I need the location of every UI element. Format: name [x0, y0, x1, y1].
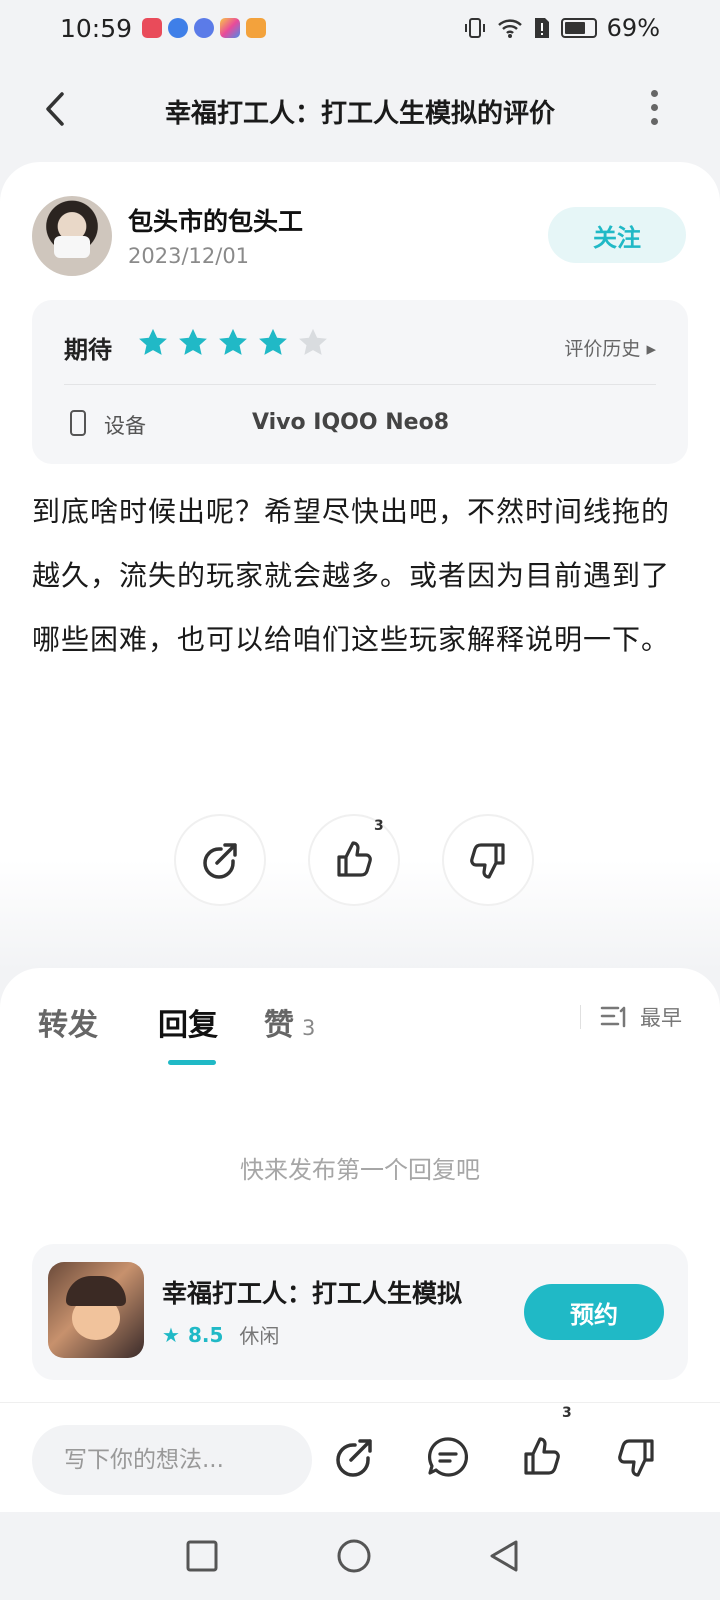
battery-percent: 69%: [606, 14, 660, 42]
phone-icon: [70, 410, 86, 436]
like-button[interactable]: 3: [308, 814, 400, 906]
music-notification-icon: [194, 18, 215, 38]
bottom-action-bar: 3: [0, 1402, 720, 1512]
empty-replies-text: 快来发布第一个回复吧: [240, 1156, 480, 1184]
tab-likes[interactable]: 赞3: [264, 1000, 315, 1044]
star-filled-icon: [259, 328, 287, 355]
game-score: 8.5: [187, 1322, 224, 1347]
game-icon[interactable]: [48, 1262, 144, 1358]
tab-reply[interactable]: 回复: [158, 1000, 218, 1044]
thumbs-down-icon: [470, 843, 505, 879]
review-text: 到底啥时候出呢？希望尽快出吧，不然时间线拖的越久，流失的玩家就会越多。或者因为目…: [32, 495, 671, 656]
tab-likes-label: 赞: [264, 1008, 294, 1043]
star-filled-icon: [179, 328, 207, 355]
dislike-button[interactable]: [442, 814, 534, 906]
home-icon[interactable]: [334, 1536, 374, 1576]
thumbs-up-icon[interactable]: [518, 1433, 566, 1481]
sort-label: 最早: [640, 1006, 682, 1030]
thumbs-up-icon: [337, 841, 372, 877]
triangle-right-icon: ▸: [646, 338, 656, 360]
tab-repost-label: 转发: [38, 1008, 98, 1043]
tab-repost[interactable]: 转发: [38, 1000, 98, 1044]
sort-button[interactable]: 最早: [600, 1002, 682, 1032]
rating-stars: [136, 326, 330, 360]
game-card[interactable]: 幸福打工人：打工人生模拟 ★ 8.5 休闲 预约: [32, 1244, 688, 1380]
status-left: 10:59: [60, 13, 267, 43]
device-value: Vivo IQOO Neo8: [252, 410, 450, 435]
sort-icon: [600, 1006, 626, 1028]
divider: [64, 384, 656, 385]
like-count: 3: [374, 818, 384, 834]
bottom-like-count: 3: [562, 1405, 572, 1421]
author-name[interactable]: 包头市的包头工: [128, 202, 303, 238]
share-button[interactable]: [174, 814, 266, 906]
rating-history-label: 评价历史: [564, 338, 641, 360]
game-title: 幸福打工人：打工人生模拟: [162, 1279, 463, 1308]
tab-likes-count: 3: [302, 1016, 316, 1040]
follow-button[interactable]: 关注: [548, 207, 686, 263]
device-label: 设备: [104, 414, 146, 438]
battery-icon: [560, 18, 597, 38]
rating-label: 期待: [64, 336, 112, 364]
status-time: 10:59: [60, 13, 133, 43]
status-right: 69%: [463, 14, 660, 42]
thumbs-down-icon[interactable]: [612, 1433, 660, 1481]
back-triangle-icon[interactable]: [484, 1536, 524, 1576]
tab-reply-label: 回复: [158, 1008, 218, 1043]
app-notification-icon: [142, 18, 163, 38]
more-options-icon[interactable]: [644, 90, 664, 130]
star-filled-icon: [139, 328, 167, 355]
game-meta: ★ 8.5 休闲: [162, 1320, 279, 1349]
video-notification-icon: [246, 18, 267, 38]
rating-history-link[interactable]: 评价历史 ▸: [564, 334, 656, 361]
avatar[interactable]: [32, 196, 112, 276]
app-notification-icon: [168, 18, 189, 38]
active-tab-indicator: [168, 1060, 216, 1065]
recent-apps-icon[interactable]: [182, 1536, 222, 1576]
page-title: 幸福打工人：打工人生模拟的评价: [164, 98, 555, 129]
rating-info-box: 期待 评价历史 ▸ 设备 Vivo IQOO Neo8: [32, 300, 688, 464]
share-icon: [203, 843, 237, 879]
sim-alert-icon: [534, 18, 549, 38]
system-nav-bar: [0, 1512, 720, 1600]
game-genre: 休闲: [239, 1324, 280, 1348]
back-arrow-icon[interactable]: [36, 84, 76, 134]
nav-bar: 幸福打工人：打工人生模拟的评价: [0, 56, 720, 166]
star-icon: ★: [162, 1322, 180, 1347]
vibrate-icon: [464, 18, 485, 38]
share-icon[interactable]: [330, 1433, 378, 1481]
divider: [580, 1005, 581, 1029]
comment-input[interactable]: [32, 1425, 312, 1495]
reserve-button[interactable]: 预约: [524, 1284, 664, 1340]
star-empty-icon: [299, 328, 327, 355]
star-filled-icon: [219, 328, 247, 355]
comment-icon[interactable]: [424, 1433, 472, 1481]
app-notification-icon: [220, 18, 241, 38]
notification-icons: [142, 18, 267, 38]
post-date: 2023/12/01: [128, 244, 250, 268]
status-bar: 10:59 69%: [0, 0, 720, 56]
wifi-icon: [497, 19, 522, 38]
